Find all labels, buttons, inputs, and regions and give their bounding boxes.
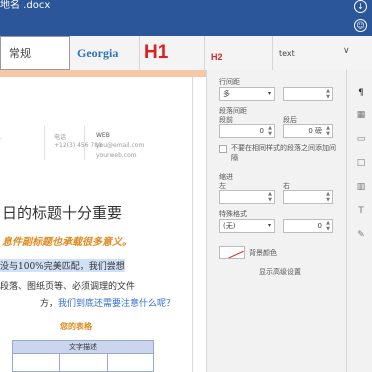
contact-bullet: · [0, 136, 2, 143]
signature-icon[interactable]: ✎ [356, 230, 366, 240]
chevron-down-icon[interactable]: ∨ [343, 46, 350, 56]
right-toolbar: ¶ ▦ ▭ □ ▥ T ✎ [346, 70, 372, 372]
table-caption: 您的表格 [60, 322, 92, 331]
stepper-icon[interactable]: ▲ ▼ [325, 220, 331, 232]
indent-left-field[interactable]: ▲ ▼ [219, 190, 275, 204]
divider [44, 126, 45, 160]
space-before-field[interactable]: 0 ▲ ▼ [219, 124, 275, 138]
background-color-label: 背景颜色 [249, 249, 277, 257]
chevron-down-icon: ▾ [267, 222, 271, 229]
image-icon[interactable]: ▭ [356, 134, 366, 144]
text-art-icon[interactable]: T [356, 206, 366, 216]
phone-label: 电话 [54, 134, 67, 141]
paragraph-icon[interactable]: ¶ [356, 88, 366, 98]
dont-add-space-checkbox[interactable] [219, 145, 227, 153]
no-color-icon [227, 250, 244, 258]
paragraph-line-2: 段落、图纸页等、必须调理的文件 [0, 282, 136, 292]
show-advanced-settings-link[interactable]: 显示高级设置 [259, 267, 301, 277]
dont-add-space-label: 不要在相同样式的段落之间添加间隔 [231, 144, 336, 162]
paragraph-link[interactable]: 我们到底还需要注意什么呢？ [58, 299, 175, 309]
style-normal[interactable]: 常规 [0, 36, 70, 70]
style-gallery: 常规 Georgia H1 H2 text [0, 36, 372, 71]
style-h1[interactable]: H1 [140, 36, 205, 70]
line-spacing-type-select[interactable]: 多 ▾ [219, 87, 275, 101]
chart-icon[interactable]: ▥ [356, 182, 366, 192]
header-band [0, 70, 206, 77]
style-georgia[interactable]: Georgia [70, 36, 140, 70]
space-after-field[interactable]: 0 磅 ▲ ▼ [283, 124, 333, 138]
table-icon[interactable]: ▦ [356, 110, 366, 120]
shape-icon[interactable]: □ [356, 158, 366, 168]
table-column-line [107, 354, 108, 372]
background-color-picker[interactable] [219, 246, 245, 259]
window-title: 地名 .docx [0, 0, 51, 11]
email-text: you@email.com [96, 142, 145, 149]
special-format-label: 特殊格式 [219, 210, 247, 218]
account-icon[interactable]: ☺ [354, 19, 367, 32]
indent-right-field[interactable]: ▲ ▼ [283, 190, 333, 204]
website-text: yourweb.com [96, 152, 137, 159]
paragraph-line-3: 方，我们到底还需要注意什么呢？ [40, 299, 176, 309]
stepper-icon[interactable]: ▲ ▼ [325, 191, 331, 203]
chevron-down-icon: ▾ [267, 90, 271, 97]
stepper-icon[interactable]: ▲ ▼ [267, 191, 273, 203]
document-page[interactable]: · 电话 +12(3) 456 789 WEB you@email.com yo… [0, 70, 206, 372]
title-bar: 地名 .docx ↓ ☺ [0, 0, 372, 36]
phone-value: +12(3) 456 789 [54, 142, 102, 149]
style-h2[interactable]: H2 [205, 36, 273, 70]
paragraph-line-1: 没与100%完美匹配，我们尝想 [0, 259, 125, 272]
stepper-icon[interactable]: ▲ ▼ [267, 125, 273, 137]
special-format-select[interactable]: (无) ▾ [219, 219, 275, 233]
page-margin-line [192, 77, 193, 372]
line-spacing-label: 行间距 [219, 78, 240, 86]
table-column-line [59, 354, 60, 372]
save-icon[interactable]: ↓ [354, 0, 367, 13]
line-spacing-value-field[interactable]: ▲ ▼ [283, 87, 333, 101]
document-subtitle: 息件副标题也承载很多意义。 [2, 237, 132, 248]
paragraph-settings-panel: 行间距 多 ▾ ▲ ▼ 段落间距 段前 段后 0 ▲ ▼ 0 磅 ▲ ▼ 不要在相同样… [206, 70, 346, 372]
stepper-icon[interactable]: ▲ ▼ [325, 125, 331, 137]
special-format-amount-field[interactable]: 0 ▲ ▼ [283, 219, 333, 233]
table-header: 文字描述 [13, 341, 153, 354]
document-heading: 日的标题十分重要 [2, 204, 123, 222]
document-table[interactable]: 文字描述 [12, 340, 154, 372]
web-label: WEB [96, 132, 110, 139]
stepper-icon[interactable]: ▲ ▼ [325, 88, 331, 100]
